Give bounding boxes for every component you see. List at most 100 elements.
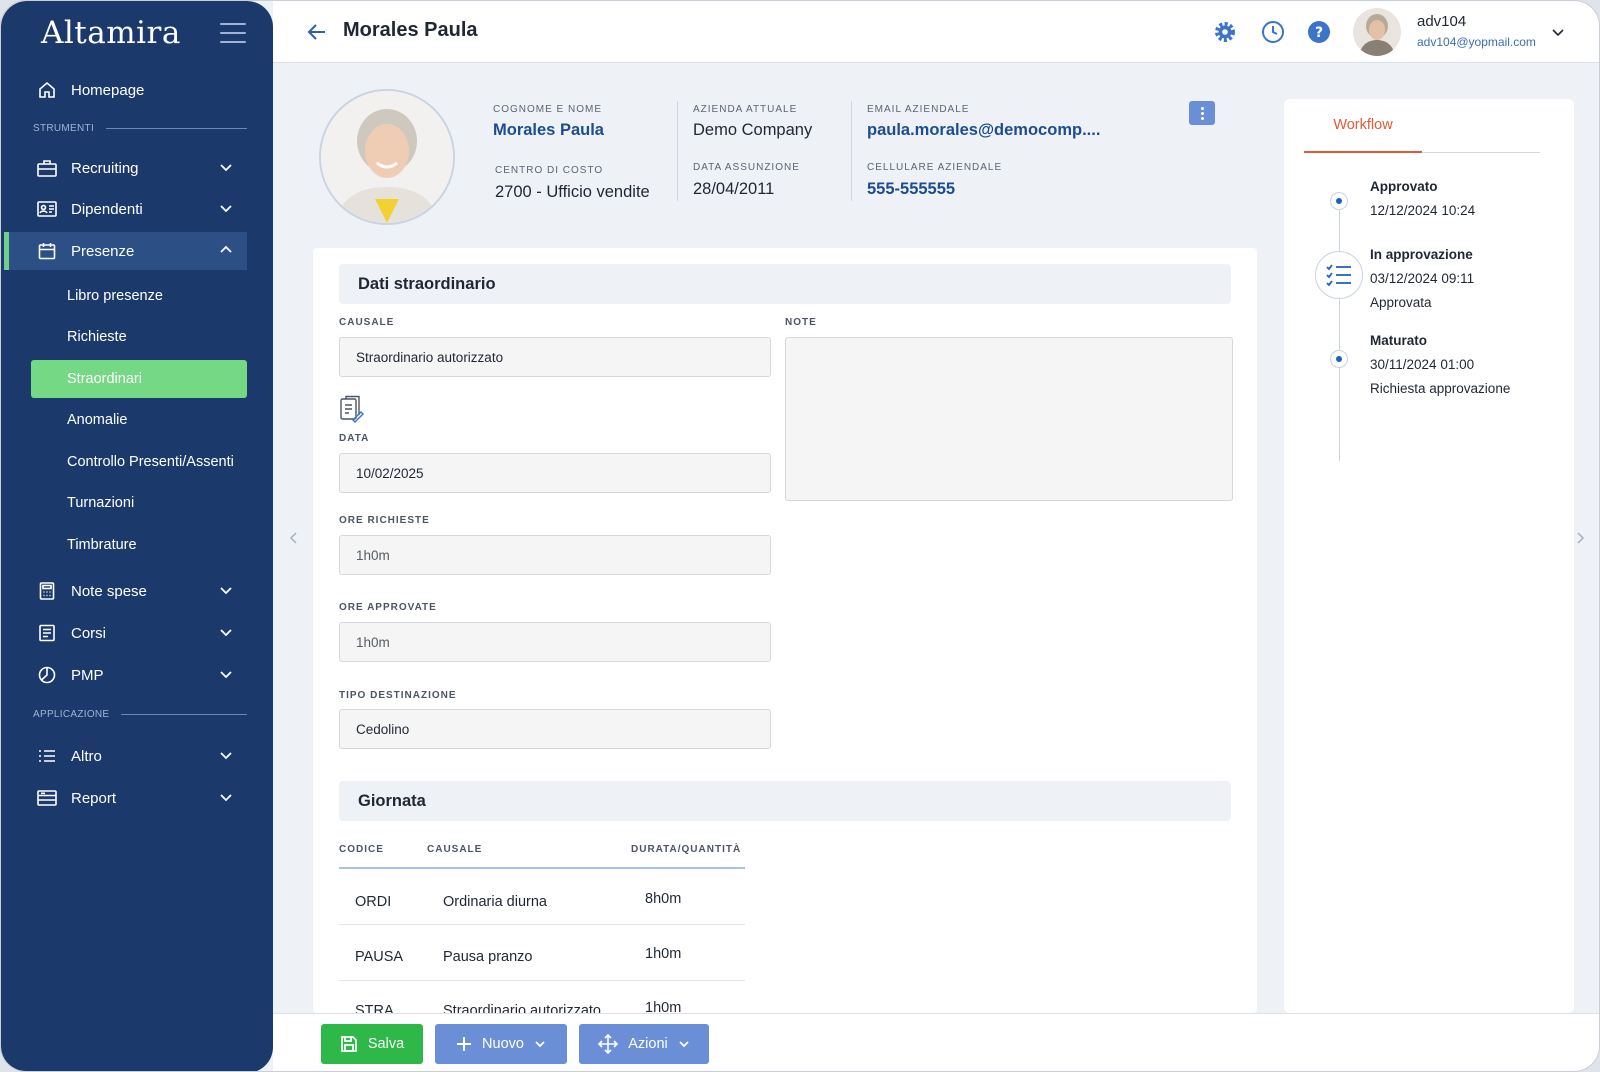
hire-date-value: 28/04/2011 <box>693 180 775 198</box>
cell-codice: ORDI <box>355 894 392 910</box>
sidebar-item-altro[interactable]: Altro <box>31 737 247 775</box>
sidebar-item-dipendenti[interactable]: Dipendenti <box>31 190 247 228</box>
chevron-down-icon <box>679 1041 689 1048</box>
section-label-tools: STRUMENTI <box>33 123 247 134</box>
employee-phone[interactable]: 555-555555 <box>867 180 955 199</box>
chevron-down-icon[interactable] <box>219 201 233 215</box>
cell-durata: 1h0m <box>645 946 682 962</box>
data-label: DATA <box>339 433 370 444</box>
workflow-step-title: In approvazione <box>1370 247 1473 262</box>
svg-text:?: ? <box>1315 25 1323 41</box>
company-value: Demo Company <box>693 121 813 139</box>
requested-hours-field: 1h0m <box>339 535 771 575</box>
chevron-down-icon[interactable] <box>1551 25 1565 39</box>
cell-codice: PAUSA <box>355 949 404 965</box>
ore-approvate-label: ORE APPROVATE <box>339 602 437 613</box>
table-row[interactable]: PAUSA Pausa pranzo 1h0m <box>339 925 745 981</box>
chevron-right-icon[interactable] <box>1575 531 1585 545</box>
sidebar-subitem-libro-presenze[interactable]: Libro presenze <box>31 277 247 315</box>
chevron-up-icon[interactable] <box>219 243 233 257</box>
sidebar-item-label: Note spese <box>71 582 147 600</box>
section-title-overtime: Dati straordinario <box>339 264 1231 304</box>
sidebar-subitem-anomalie[interactable]: Anomalie <box>31 401 247 439</box>
tipo-destinazione-label: TIPO DESTINAZIONE <box>339 690 457 701</box>
sidebar-subitem-controllo[interactable]: Controllo Presenti/Assenti <box>31 443 247 481</box>
user-avatar[interactable] <box>1353 8 1401 56</box>
employee-photo <box>319 89 455 225</box>
date-field[interactable]: 10/02/2025 <box>339 453 771 493</box>
causale-field[interactable]: Straordinario autorizzato <box>339 337 771 377</box>
ore-richieste-label: ORE RICHIESTE <box>339 515 430 526</box>
app-logo[interactable]: Altamira <box>41 15 181 51</box>
back-arrow-icon[interactable] <box>307 23 327 41</box>
sidebar-item-label: PMP <box>71 666 104 684</box>
chevron-down-icon[interactable] <box>219 625 233 639</box>
chevron-left-icon[interactable] <box>289 531 299 545</box>
destination-type-field[interactable]: Cedolino <box>339 709 771 749</box>
move-arrows-icon <box>598 1034 619 1054</box>
calendar-icon <box>37 241 57 261</box>
note-textarea[interactable] <box>785 337 1233 501</box>
table-row[interactable]: STRA Straordinario autorizzato 1h0m <box>339 981 745 1013</box>
chevron-down-icon[interactable] <box>219 160 233 174</box>
cost-center-label: CENTRO DI COSTO <box>495 165 604 176</box>
workflow-step-date: 12/12/2024 10:24 <box>1370 203 1476 218</box>
user-name[interactable]: adv104 <box>1417 13 1466 30</box>
causale-label: CAUSALE <box>339 317 395 328</box>
sidebar-item-label: Altro <box>71 747 102 765</box>
list-icon <box>37 746 57 766</box>
column-header-codice: CODICE <box>339 844 384 855</box>
workflow-step-date: 03/12/2024 09:11 <box>1370 271 1475 286</box>
sidebar-item-note-spese[interactable]: Note spese <box>31 572 247 610</box>
email-label: EMAIL AZIENDALE <box>867 104 970 115</box>
workflow-step-note: Approvata <box>1370 295 1432 310</box>
actions-button-label: Azioni <box>628 1036 668 1052</box>
sidebar-item-label: Recruiting <box>71 159 139 177</box>
sidebar-item-recruiting[interactable]: Recruiting <box>31 149 247 187</box>
page-title: Morales Paula <box>343 19 478 41</box>
column-header-causale: CAUSALE <box>427 844 483 855</box>
sidebar-item-homepage[interactable]: Homepage <box>31 71 247 109</box>
tab-workflow[interactable]: Workflow <box>1304 115 1422 153</box>
cost-center-value: 2700 - Ufficio vendite <box>495 183 650 201</box>
sidebar-item-corsi[interactable]: Corsi <box>31 614 247 652</box>
employee-email[interactable]: paula.morales@democomp.... <box>867 121 1100 140</box>
employee-name[interactable]: Morales Paula <box>493 121 604 140</box>
save-button[interactable]: Salva <box>321 1024 423 1064</box>
actions-button[interactable]: Azioni <box>579 1024 709 1064</box>
sidebar-item-label: Corsi <box>71 624 107 642</box>
section-label-app: APPLICAZIONE <box>33 709 247 720</box>
new-button[interactable]: Nuovo <box>435 1024 567 1064</box>
cell-causale: Straordinario autorizzato <box>443 1003 601 1013</box>
cell-causale: Ordinaria diurna <box>443 894 547 910</box>
top-bar: Morales Paula ? adv104 adv104@yopmail.co… <box>273 1 1599 63</box>
settings-gear-icon[interactable] <box>1213 20 1237 44</box>
clock-icon[interactable] <box>1261 20 1285 44</box>
sidebar-item-label: Homepage <box>71 81 145 99</box>
more-options-icon[interactable] <box>1189 101 1215 125</box>
pie-chart-icon <box>37 665 57 685</box>
chevron-down-icon[interactable] <box>219 583 233 597</box>
table-row[interactable]: ORDI Ordinaria diurna 8h0m <box>339 869 745 925</box>
sidebar-item-label: Dipendenti <box>71 200 143 218</box>
menu-toggle-icon[interactable] <box>220 23 246 43</box>
sidebar-item-report[interactable]: Report <box>31 779 247 817</box>
sidebar-item-presenze[interactable]: Presenze <box>4 232 247 270</box>
company-label: AZIENDA ATTUALE <box>693 104 798 115</box>
sidebar-subitem-richieste[interactable]: Richieste <box>31 318 247 356</box>
workflow-panel: Workflow Approvato 12/12/2024 10:24 In a… <box>1284 99 1574 1013</box>
plus-icon <box>457 1037 472 1051</box>
sidebar-item-pmp[interactable]: PMP <box>31 656 247 694</box>
chevron-down-icon[interactable] <box>219 790 233 804</box>
calculator-icon <box>37 581 57 601</box>
sidebar-subitem-straordinari[interactable]: Straordinari <box>31 360 247 398</box>
chevron-down-icon[interactable] <box>219 748 233 762</box>
sidebar-subitem-timbrature[interactable]: Timbrature <box>31 526 247 564</box>
briefcase-icon <box>37 158 57 178</box>
sidebar-subitem-turnazioni[interactable]: Turnazioni <box>31 484 247 522</box>
workflow-step-title: Approvato <box>1370 179 1438 194</box>
document-edit-icon[interactable] <box>339 395 365 423</box>
chevron-down-icon[interactable] <box>219 667 233 681</box>
help-icon[interactable]: ? <box>1307 20 1331 44</box>
id-card-icon <box>37 199 57 219</box>
